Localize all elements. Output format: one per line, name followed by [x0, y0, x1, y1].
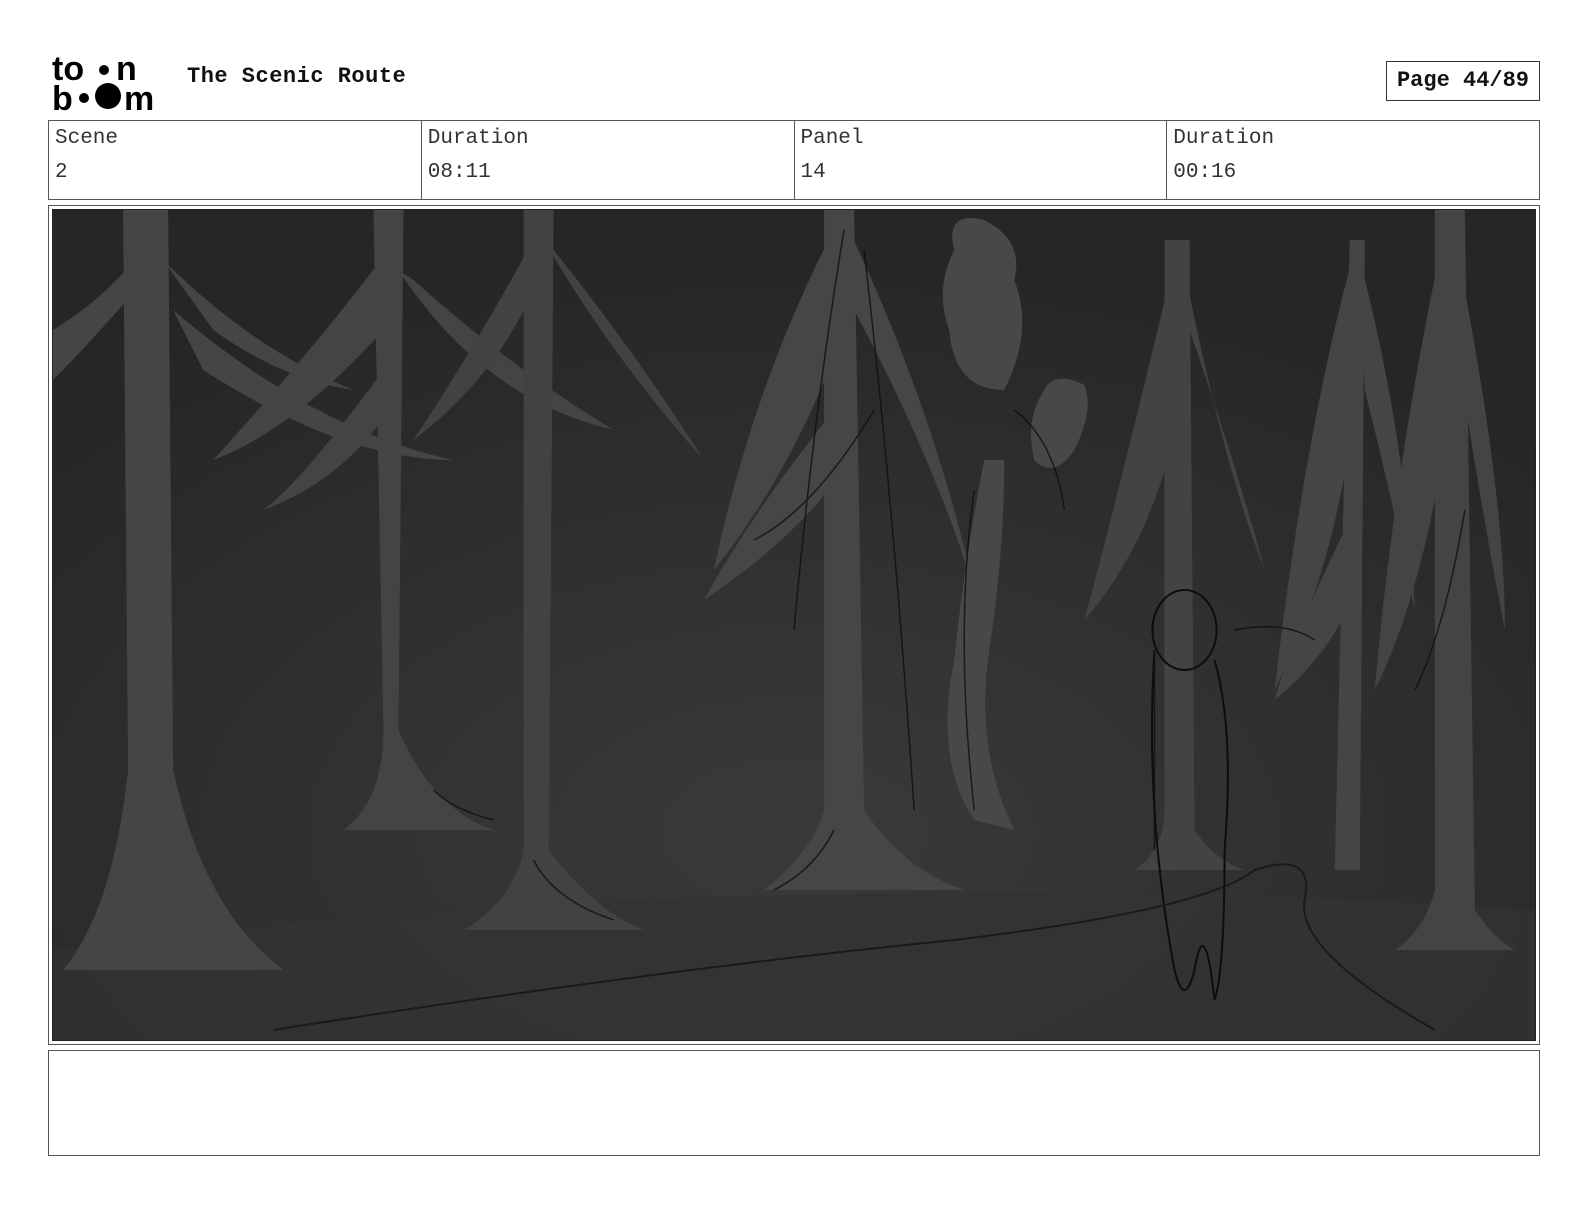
panel-duration-cell: Duration 00:16	[1167, 121, 1539, 199]
panel-label: Panel	[800, 127, 864, 150]
panel-notes-box	[48, 1050, 1540, 1156]
dark-forest-sketch-icon	[52, 209, 1536, 1041]
panel-cell: Panel 14	[795, 121, 1168, 199]
panel-duration-label: Duration	[1173, 127, 1275, 150]
scene-duration-label: Duration	[427, 127, 529, 150]
scene-label: Scene	[55, 127, 119, 150]
scene-duration-cell: Duration 08:11	[422, 121, 795, 199]
storyboard-panel-frame	[48, 205, 1540, 1045]
panel-duration-value: 00:16	[1173, 161, 1237, 184]
page-number-badge: Page 44/89	[1386, 61, 1540, 101]
panel-value: 14	[800, 161, 826, 184]
toon-boom-logo-icon: to n b m	[52, 50, 154, 114]
logo-text-m: m	[124, 80, 154, 114]
logo-text-b: b	[52, 80, 73, 114]
scene-info-row: Scene 2 Duration 08:11 Panel 14 Duration…	[48, 120, 1540, 200]
scene-duration-value: 08:11	[427, 161, 491, 184]
scene-cell: Scene 2	[49, 121, 422, 199]
scene-value: 2	[55, 161, 68, 184]
project-title: The Scenic Route	[187, 64, 407, 89]
